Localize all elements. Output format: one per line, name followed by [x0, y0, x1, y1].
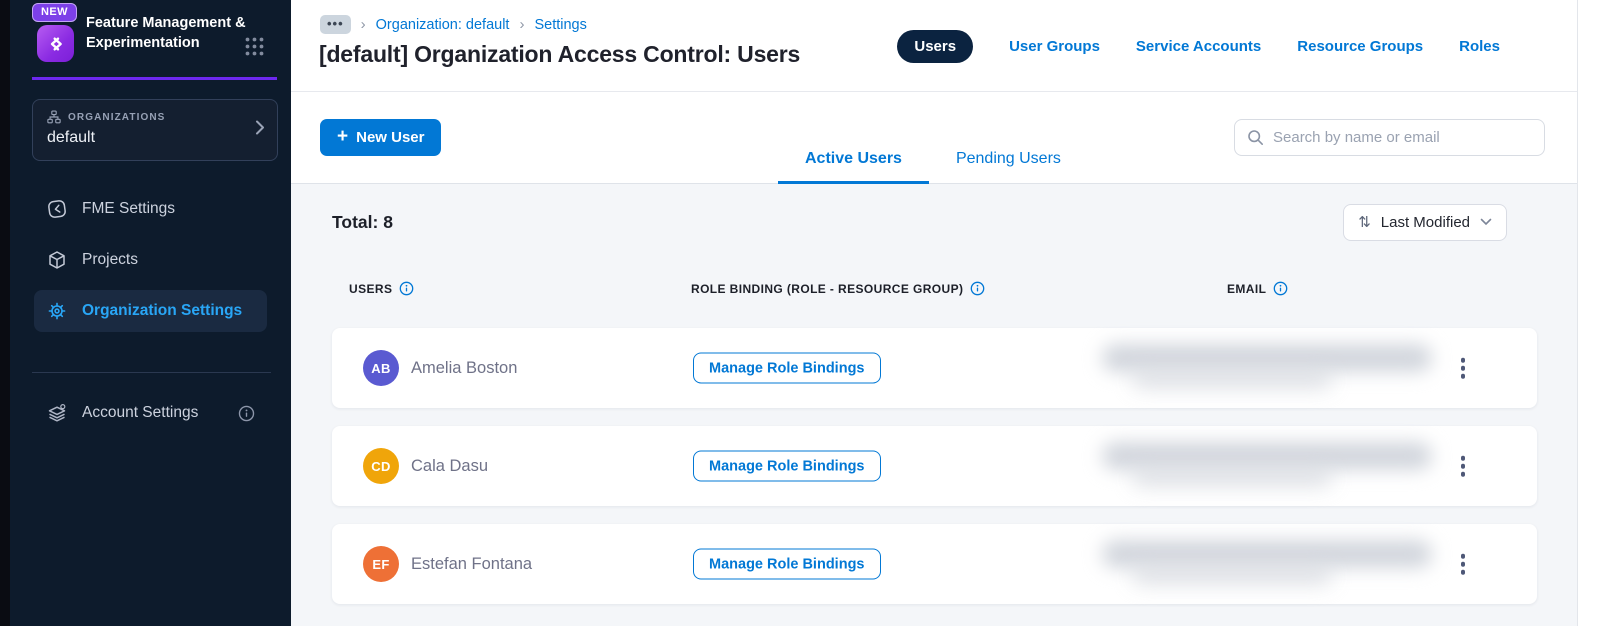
- page-header: ••• › Organization: default › Settings […: [291, 0, 1577, 92]
- sort-label: Last Modified: [1380, 213, 1470, 231]
- tab-label: Active Users: [805, 150, 902, 167]
- column-role-binding-label: ROLE BINDING (ROLE - RESOURCE GROUP): [691, 281, 964, 296]
- right-gutter: [1577, 0, 1600, 626]
- sidebar-divider: [32, 372, 271, 373]
- total-count: Total: 8: [332, 211, 393, 232]
- split-glyph-icon: [50, 36, 62, 51]
- fme-squircle-icon: [48, 200, 66, 218]
- avatar: EF: [363, 546, 399, 582]
- tab-roles[interactable]: Roles: [1459, 38, 1500, 55]
- tab-active-users[interactable]: Active Users: [778, 150, 929, 184]
- sidebar-item-label: FME Settings: [82, 200, 176, 217]
- manage-role-bindings-button[interactable]: Manage Role Bindings: [693, 548, 881, 580]
- organizations-label: ORGANIZATIONS: [68, 111, 166, 123]
- organization-value: default: [47, 129, 96, 146]
- tab-service-accounts[interactable]: Service Accounts: [1136, 38, 1261, 55]
- chevron-down-icon: [1480, 218, 1492, 226]
- search-box: [1234, 119, 1545, 156]
- toolbar: + New User Active Users Pending Users: [291, 92, 1577, 184]
- chevron-right-icon: [255, 120, 265, 141]
- sidebar: NEW Feature Management & Experimentation…: [10, 0, 291, 626]
- info-circle-icon[interactable]: [970, 281, 985, 296]
- sidebar-item-fme-settings[interactable]: FME Settings: [34, 188, 267, 230]
- avatar: AB: [363, 350, 399, 386]
- new-badge: NEW: [32, 3, 77, 22]
- search-input[interactable]: [1273, 129, 1532, 146]
- sidebar-item-label: Organization Settings: [82, 302, 243, 319]
- main-area: ••• › Organization: default › Settings […: [291, 0, 1577, 626]
- new-user-button[interactable]: + New User: [320, 119, 442, 156]
- user-name: Amelia Boston: [411, 358, 518, 377]
- layers-icon: [48, 403, 66, 422]
- sidebar-item-organization-settings[interactable]: Organization Settings: [34, 290, 267, 332]
- row-menu-kebab-icon[interactable]: [1455, 352, 1472, 385]
- sidebar-item-label: Account Settings: [82, 404, 199, 421]
- table-header-row: USERS ROLE BINDING (ROLE - RESOURCE GROU…: [332, 281, 1537, 297]
- info-circle-icon[interactable]: [399, 281, 414, 296]
- access-control-tabs: Users User Groups Service Accounts Resou…: [897, 30, 1500, 63]
- redacted-email: [1102, 438, 1442, 494]
- users-content: Total: 8 ⇅ Last Modified USERS ROLE BIND…: [291, 184, 1577, 626]
- hierarchy-icon: [47, 110, 61, 124]
- tab-users[interactable]: Users: [897, 30, 974, 63]
- manage-role-bindings-button[interactable]: Manage Role Bindings: [693, 352, 881, 384]
- chevron-separator-icon: ›: [360, 16, 366, 33]
- breadcrumb-link-settings[interactable]: Settings: [534, 17, 586, 33]
- chevron-separator-icon: ›: [519, 16, 525, 33]
- row-menu-kebab-icon[interactable]: [1455, 548, 1472, 581]
- user-rows: AB Amelia Boston Manage Role Bindings CD…: [332, 328, 1537, 604]
- sidebar-nav: FME Settings Projects Organization Setti…: [34, 188, 267, 341]
- tab-resource-groups[interactable]: Resource Groups: [1297, 38, 1423, 55]
- manage-role-bindings-button[interactable]: Manage Role Bindings: [693, 450, 881, 482]
- table-row: CD Cala Dasu Manage Role Bindings: [332, 426, 1537, 506]
- sort-arrows-icon: ⇅: [1358, 214, 1371, 231]
- column-users-label: USERS: [349, 281, 393, 296]
- table-row: AB Amelia Boston Manage Role Bindings: [332, 328, 1537, 408]
- table-row: EF Estefan Fontana Manage Role Bindings: [332, 524, 1537, 604]
- info-circle-icon[interactable]: [1273, 281, 1288, 296]
- plus-icon: +: [337, 126, 349, 147]
- organization-selector[interactable]: ORGANIZATIONS default: [32, 99, 278, 161]
- sidebar-item-label: Projects: [82, 251, 138, 268]
- background-window-edge: [0, 0, 10, 626]
- tab-label: Pending Users: [955, 150, 1061, 167]
- new-user-label: New User: [356, 129, 425, 146]
- redacted-email: [1102, 536, 1442, 592]
- row-menu-kebab-icon[interactable]: [1455, 450, 1472, 483]
- tab-pending-users[interactable]: Pending Users: [929, 150, 1088, 184]
- sort-dropdown[interactable]: ⇅ Last Modified: [1343, 203, 1507, 241]
- breadcrumb-link-organization[interactable]: Organization: default: [376, 17, 510, 33]
- cube-icon: [49, 251, 65, 269]
- redacted-email: [1102, 340, 1442, 396]
- page-title: [default] Organization Access Control: U…: [319, 41, 801, 67]
- breadcrumb: ••• › Organization: default › Settings: [320, 15, 587, 34]
- gear-icon: [48, 302, 66, 320]
- tab-user-groups[interactable]: User Groups: [1009, 38, 1100, 55]
- fme-logo: [37, 25, 74, 62]
- user-name: Cala Dasu: [411, 456, 489, 475]
- app-switcher-grid-icon[interactable]: [244, 36, 265, 62]
- column-email-label: EMAIL: [1227, 281, 1267, 296]
- info-circle-icon[interactable]: [238, 405, 255, 422]
- search-icon: [1248, 130, 1263, 145]
- breadcrumb-ellipsis-icon[interactable]: •••: [320, 15, 351, 34]
- user-view-tabs: Active Users Pending Users: [778, 150, 1088, 184]
- sidebar-item-account-settings[interactable]: Account Settings: [34, 392, 267, 434]
- sidebar-item-projects[interactable]: Projects: [34, 239, 267, 281]
- user-name: Estefan Fontana: [411, 554, 533, 573]
- module-accent-line: [32, 77, 277, 80]
- avatar: CD: [363, 448, 399, 484]
- product-title: Feature Management & Experimentation: [86, 15, 246, 51]
